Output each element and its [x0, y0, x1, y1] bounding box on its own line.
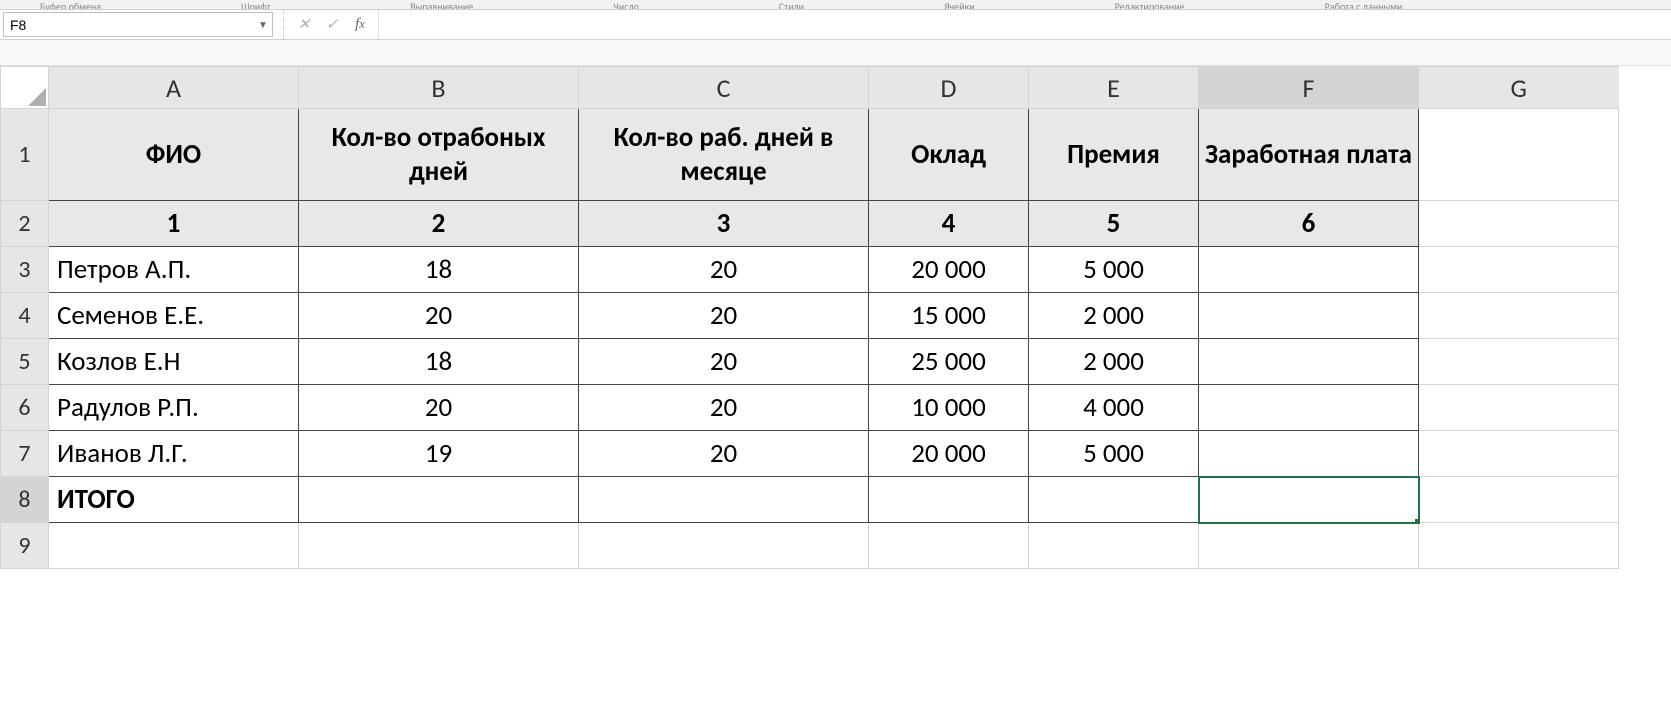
cell-F7[interactable] [1199, 431, 1419, 477]
cell-A5[interactable]: Козлов Е.Н [49, 339, 299, 385]
cell-D4[interactable]: 15 000 [869, 293, 1029, 339]
cell-B8[interactable] [299, 477, 579, 523]
spacer [0, 40, 1671, 66]
cell-D9[interactable] [869, 523, 1029, 569]
cell-E1[interactable]: Премия [1029, 109, 1199, 201]
cell-D5[interactable]: 25 000 [869, 339, 1029, 385]
cell-C5[interactable]: 20 [579, 339, 869, 385]
cell-D1[interactable]: Оклад [869, 109, 1029, 201]
cell-B3[interactable]: 18 [299, 247, 579, 293]
formula-input[interactable] [378, 10, 1671, 39]
row-header-3[interactable]: 3 [1, 247, 49, 293]
cell-G7[interactable] [1419, 431, 1619, 477]
cell-G1[interactable] [1419, 109, 1619, 201]
select-all-corner[interactable] [1, 67, 49, 109]
cell-B9[interactable] [299, 523, 579, 569]
cell-B2[interactable]: 2 [299, 201, 579, 247]
cell-D6[interactable]: 10 000 [869, 385, 1029, 431]
separator [276, 10, 284, 39]
cell-C3[interactable]: 20 [579, 247, 869, 293]
cancel-icon: ✕ [290, 10, 318, 39]
col-header-C[interactable]: C [579, 67, 869, 109]
cell-G4[interactable] [1419, 293, 1619, 339]
cell-A7[interactable]: Иванов Л.Г. [49, 431, 299, 477]
cell-D3[interactable]: 20 000 [869, 247, 1029, 293]
cell-A9[interactable] [49, 523, 299, 569]
cell-G9[interactable] [1419, 523, 1619, 569]
col-header-E[interactable]: E [1029, 67, 1199, 109]
cell-E5[interactable]: 2 000 [1029, 339, 1199, 385]
cell-G3[interactable] [1419, 247, 1619, 293]
cell-E4[interactable]: 2 000 [1029, 293, 1199, 339]
row-header-7[interactable]: 7 [1, 431, 49, 477]
col-header-A[interactable]: A [49, 67, 299, 109]
cell-D8[interactable] [869, 477, 1029, 523]
row-header-9[interactable]: 9 [1, 523, 49, 569]
cell-B6[interactable]: 20 [299, 385, 579, 431]
col-header-D[interactable]: D [869, 67, 1029, 109]
row-header-4[interactable]: 4 [1, 293, 49, 339]
cell-A2[interactable]: 1 [49, 201, 299, 247]
name-box[interactable]: ▼ [3, 12, 273, 37]
cell-G5[interactable] [1419, 339, 1619, 385]
row-header-5[interactable]: 5 [1, 339, 49, 385]
row-header-1[interactable]: 1 [1, 109, 49, 201]
cell-F6[interactable] [1199, 385, 1419, 431]
cell-B4[interactable]: 20 [299, 293, 579, 339]
cell-C4[interactable]: 20 [579, 293, 869, 339]
col-header-F[interactable]: F [1199, 67, 1419, 109]
cell-E8[interactable] [1029, 477, 1199, 523]
cell-E2[interactable]: 5 [1029, 201, 1199, 247]
cell-E7[interactable]: 5 000 [1029, 431, 1199, 477]
cell-E9[interactable] [1029, 523, 1199, 569]
cell-F3[interactable] [1199, 247, 1419, 293]
formula-bar-row: ▼ ✕ ✓ fx [0, 10, 1671, 40]
cell-A4[interactable]: Семенов Е.Е. [49, 293, 299, 339]
name-box-input[interactable] [4, 15, 254, 35]
cell-B5[interactable]: 18 [299, 339, 579, 385]
enter-icon: ✓ [318, 10, 346, 39]
cell-E6[interactable]: 4 000 [1029, 385, 1199, 431]
col-header-G[interactable]: G [1419, 67, 1619, 109]
cell-C8[interactable] [579, 477, 869, 523]
row-header-2[interactable]: 2 [1, 201, 49, 247]
cell-E3[interactable]: 5 000 [1029, 247, 1199, 293]
cell-D7[interactable]: 20 000 [869, 431, 1029, 477]
cell-D2[interactable]: 4 [869, 201, 1029, 247]
cell-C1[interactable]: Кол-во раб. дней в месяце [579, 109, 869, 201]
cell-A3[interactable]: Петров А.П. [49, 247, 299, 293]
cell-B1[interactable]: Кол-во отрабоных дней [299, 109, 579, 201]
cell-A1[interactable]: ФИО [49, 109, 299, 201]
spreadsheet-grid[interactable]: A B C D E F G 1 ФИО Кол-во отрабоных дне… [0, 66, 1671, 569]
cell-B7[interactable]: 19 [299, 431, 579, 477]
cell-G6[interactable] [1419, 385, 1619, 431]
cell-F1[interactable]: Заработная плата [1199, 109, 1419, 201]
row-header-6[interactable]: 6 [1, 385, 49, 431]
row-header-8[interactable]: 8 [1, 477, 49, 523]
cell-G8[interactable] [1419, 477, 1619, 523]
fx-icon[interactable]: fx [346, 10, 374, 39]
ribbon-group-labels: Буфер обмена Шрифт Выравнивание Число Ст… [0, 0, 1671, 10]
cell-F5[interactable] [1199, 339, 1419, 385]
cell-C2[interactable]: 3 [579, 201, 869, 247]
cell-C6[interactable]: 20 [579, 385, 869, 431]
cell-F4[interactable] [1199, 293, 1419, 339]
col-header-B[interactable]: B [299, 67, 579, 109]
cell-F2[interactable]: 6 [1199, 201, 1419, 247]
name-box-dropdown[interactable]: ▼ [254, 18, 272, 31]
cell-F9[interactable] [1199, 523, 1419, 569]
cell-C9[interactable] [579, 523, 869, 569]
cell-G2[interactable] [1419, 201, 1619, 247]
cell-C7[interactable]: 20 [579, 431, 869, 477]
cell-A6[interactable]: Радулов Р.П. [49, 385, 299, 431]
cell-A8[interactable]: ИТОГО [49, 477, 299, 523]
cell-F8[interactable] [1199, 477, 1419, 523]
